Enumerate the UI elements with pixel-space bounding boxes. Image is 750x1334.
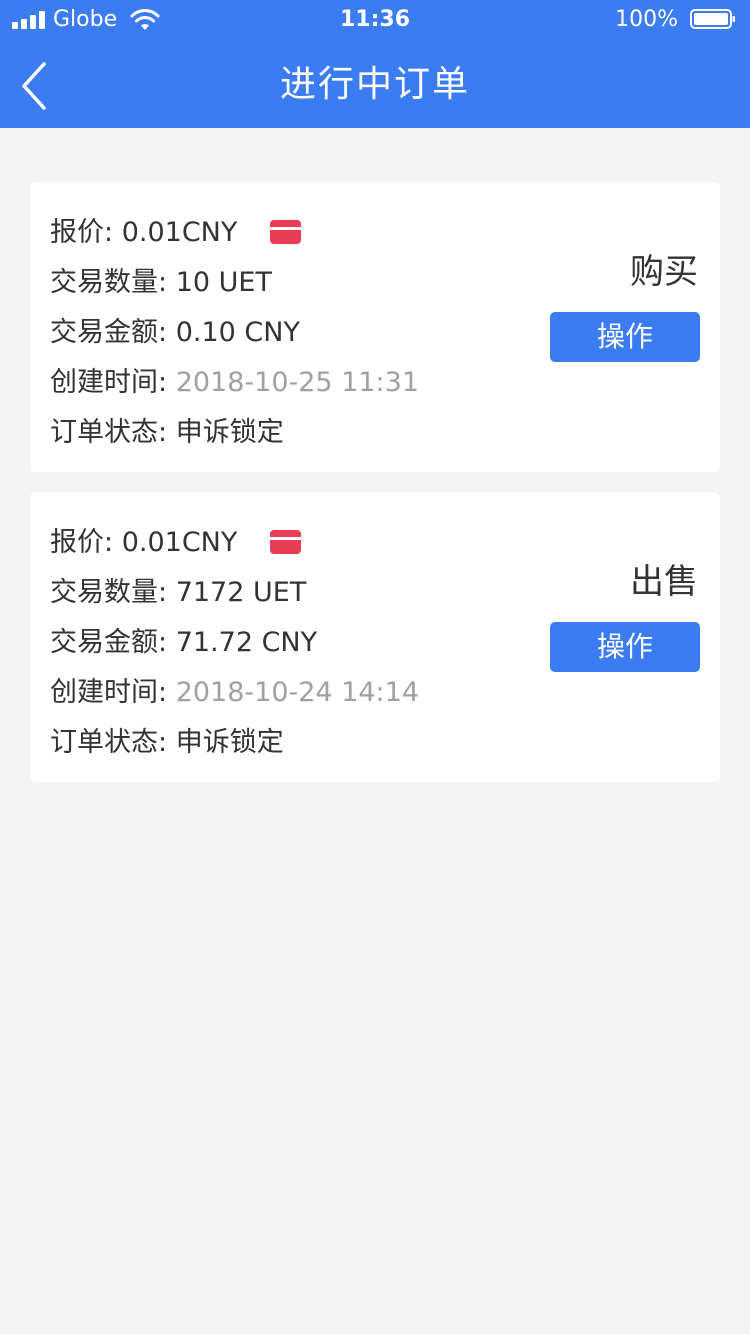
red-card-icon	[269, 219, 301, 244]
operate-button[interactable]: 操作	[550, 312, 700, 362]
battery-icon	[690, 9, 735, 29]
created-time-row: 创建时间: 2018-10-25 11:31	[50, 363, 419, 403]
amount-label: 交易金额:	[50, 317, 168, 348]
price-value: 0.01CNY	[121, 217, 238, 248]
order-status-row: 订单状态: 申诉锁定	[50, 723, 284, 763]
quantity-value: 10 UET	[175, 267, 272, 298]
created-time-value: 2018-10-25 11:31	[175, 367, 420, 398]
quantity-value: 7172 UET	[175, 577, 307, 608]
order-status-value: 申诉锁定	[175, 417, 284, 448]
order-card: 报价: 0.01CNY 交易数量: 7172 UET 交易金额: 71.72 C…	[30, 492, 720, 782]
order-type-label: 出售	[630, 562, 698, 602]
price-label: 报价:	[50, 217, 114, 248]
price-label: 报价:	[50, 527, 114, 558]
created-time-label: 创建时间:	[50, 367, 168, 398]
quantity-label: 交易数量:	[50, 267, 168, 298]
amount-value: 0.10 CNY	[175, 317, 300, 348]
price-row: 报价: 0.01CNY	[50, 213, 301, 253]
amount-row: 交易金额: 0.10 CNY	[50, 313, 300, 353]
page-title: 进行中订单	[279, 64, 470, 105]
quantity-row: 交易数量: 10 UET	[50, 263, 272, 303]
amount-label: 交易金额:	[50, 627, 168, 658]
order-status-value: 申诉锁定	[175, 727, 284, 758]
price-value: 0.01CNY	[121, 527, 238, 558]
created-time-label: 创建时间:	[50, 677, 168, 708]
order-status-label: 订单状态:	[50, 727, 168, 758]
navigation-bar: 进行中订单	[0, 40, 750, 128]
app-header: Globe 11:36 100% 进行中订单	[0, 0, 750, 128]
status-bar: Globe 11:36 100%	[0, 0, 750, 40]
price-row: 报价: 0.01CNY	[50, 523, 301, 563]
red-card-icon	[269, 529, 301, 554]
order-status-label: 订单状态:	[50, 417, 168, 448]
quantity-row: 交易数量: 7172 UET	[50, 573, 306, 613]
battery-percentage: 100%	[615, 7, 678, 32]
order-type-label: 购买	[630, 252, 698, 292]
amount-value: 71.72 CNY	[175, 627, 318, 658]
order-card: 报价: 0.01CNY 交易数量: 10 UET 交易金额: 0.10 CNY …	[30, 182, 720, 472]
amount-row: 交易金额: 71.72 CNY	[50, 623, 317, 663]
order-status-row: 订单状态: 申诉锁定	[50, 413, 284, 453]
operate-button[interactable]: 操作	[550, 622, 700, 672]
created-time-value: 2018-10-24 14:14	[175, 677, 420, 708]
created-time-row: 创建时间: 2018-10-24 14:14	[50, 673, 419, 713]
quantity-label: 交易数量:	[50, 577, 168, 608]
